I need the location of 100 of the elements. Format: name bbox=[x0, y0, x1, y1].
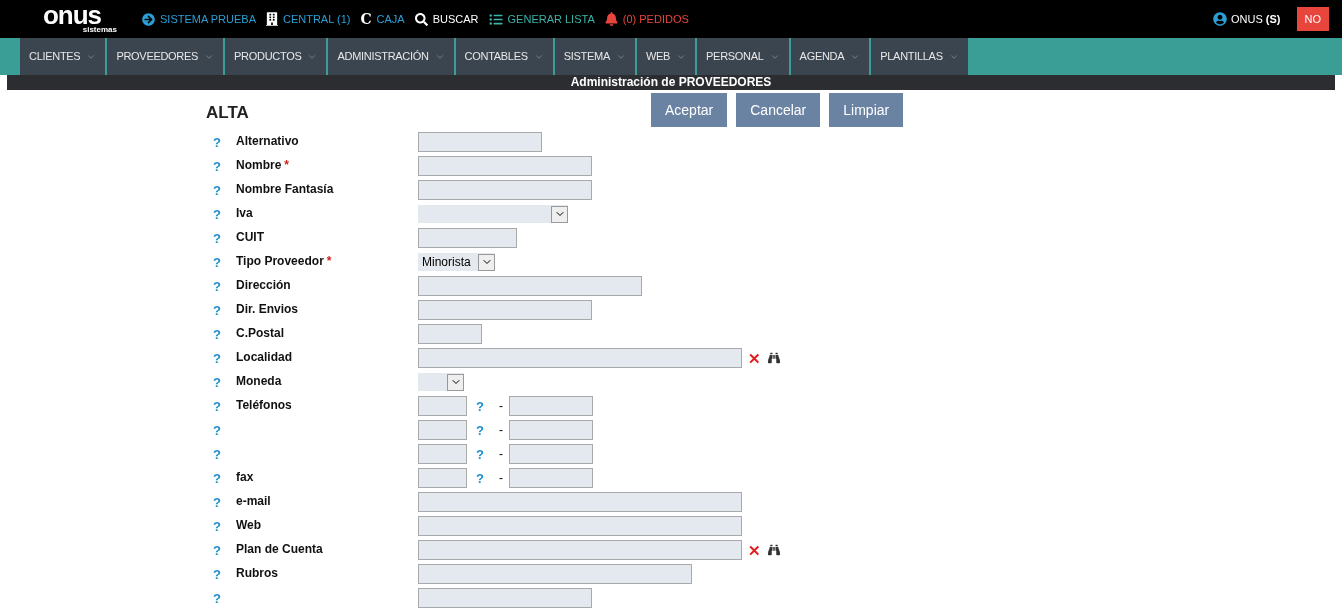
top-nav-link[interactable]: BUSCAR bbox=[432, 10, 479, 28]
text-field[interactable] bbox=[418, 276, 642, 296]
top-nav-link[interactable]: CAJA bbox=[376, 10, 405, 28]
help-icon[interactable]: ? bbox=[213, 303, 221, 317]
user-avatar-icon bbox=[1213, 12, 1227, 26]
menu-item[interactable]: WEB bbox=[636, 38, 696, 75]
help-icon[interactable]: ? bbox=[213, 519, 221, 533]
list-icon bbox=[488, 12, 503, 26]
menu-item[interactable]: PLANTILLAS bbox=[871, 38, 968, 75]
clear-icon[interactable]: ✕ bbox=[748, 350, 761, 366]
dropdown-caret-icon[interactable] bbox=[551, 205, 568, 223]
building-icon bbox=[266, 12, 278, 26]
dash-separator: - bbox=[498, 422, 504, 439]
area-code-field[interactable] bbox=[418, 396, 467, 416]
help-icon[interactable]: ? bbox=[213, 447, 221, 461]
field-label: Rubros bbox=[236, 565, 278, 582]
help-icon[interactable]: ? bbox=[213, 255, 221, 269]
phone-number-field[interactable] bbox=[509, 420, 593, 440]
text-field[interactable] bbox=[418, 180, 592, 200]
top-nav-link[interactable]: GENERAR LISTA bbox=[507, 10, 595, 28]
menu-item[interactable]: SISTEMA bbox=[554, 38, 635, 75]
top-nav-link[interactable]: (0) PEDIDOS bbox=[622, 10, 689, 28]
required-mark: * bbox=[326, 253, 332, 270]
text-field[interactable] bbox=[418, 132, 542, 152]
help-icon[interactable]: ? bbox=[213, 567, 221, 581]
text-field[interactable] bbox=[418, 300, 592, 320]
help-icon[interactable]: ? bbox=[213, 327, 221, 341]
text-field[interactable] bbox=[418, 564, 692, 584]
action-button[interactable]: Limpiar bbox=[829, 93, 904, 127]
help-icon[interactable]: ? bbox=[213, 471, 221, 485]
phone-number-field[interactable] bbox=[509, 396, 593, 416]
menu-item[interactable]: CLIENTES bbox=[20, 38, 106, 75]
help-icon[interactable]: ? bbox=[213, 207, 221, 221]
help-icon[interactable]: ? bbox=[213, 423, 221, 437]
action-button[interactable]: Aceptar bbox=[651, 93, 728, 127]
phone-number-field[interactable] bbox=[509, 444, 593, 464]
text-field[interactable] bbox=[418, 348, 742, 368]
help-icon[interactable]: ? bbox=[213, 375, 221, 389]
dropdown-caret-icon[interactable] bbox=[447, 373, 464, 391]
text-field[interactable] bbox=[418, 516, 742, 536]
menu-item[interactable]: PROVEEDORES bbox=[107, 38, 224, 75]
phone-number-field[interactable] bbox=[509, 468, 593, 488]
section-title-bar: Administración de PROVEEDORES bbox=[7, 75, 1335, 90]
dash-separator: - bbox=[498, 470, 504, 487]
help-icon[interactable]: ? bbox=[213, 135, 221, 149]
text-field[interactable] bbox=[418, 540, 742, 560]
binoculars-icon[interactable] bbox=[767, 544, 781, 556]
menu-item[interactable]: AGENDA bbox=[790, 38, 870, 75]
field-label: C.Postal bbox=[236, 325, 284, 342]
text-field[interactable] bbox=[418, 228, 517, 248]
text-field[interactable] bbox=[418, 588, 592, 608]
help-icon[interactable]: ? bbox=[213, 543, 221, 557]
menu-item[interactable]: ADMINISTRACIÓN bbox=[328, 38, 454, 75]
help-icon[interactable]: ? bbox=[213, 495, 221, 509]
field-label: Teléfonos bbox=[236, 397, 292, 414]
field-label: Tipo Proveedor bbox=[236, 253, 324, 270]
help-icon[interactable]: ? bbox=[213, 399, 221, 413]
action-button[interactable]: Cancelar bbox=[736, 93, 821, 127]
help-icon[interactable]: ? bbox=[213, 159, 221, 173]
field-label: Nombre Fantasía bbox=[236, 181, 334, 198]
help-icon[interactable]: ? bbox=[213, 231, 221, 245]
clear-icon[interactable]: ✕ bbox=[748, 542, 761, 558]
area-code-field[interactable] bbox=[418, 468, 467, 488]
text-field[interactable] bbox=[418, 324, 482, 344]
user-name[interactable]: ONUS (S) bbox=[1231, 10, 1281, 28]
select-field[interactable] bbox=[418, 373, 464, 391]
field-label: Nombre bbox=[236, 157, 282, 174]
menu-item[interactable]: PRODUCTOS bbox=[225, 38, 327, 75]
top-nav-link[interactable]: SISTEMA PRUEBA bbox=[160, 10, 256, 28]
field-label: fax bbox=[236, 469, 254, 486]
help-icon[interactable]: ? bbox=[476, 399, 484, 413]
field-label: Alternativo bbox=[236, 133, 299, 150]
field-label: e-mail bbox=[236, 493, 271, 510]
bell-icon bbox=[604, 12, 618, 26]
no-button[interactable]: NO bbox=[1296, 7, 1329, 31]
text-field[interactable] bbox=[418, 492, 742, 512]
select-field[interactable] bbox=[418, 205, 568, 223]
help-icon[interactable]: ? bbox=[213, 183, 221, 197]
field-label: Dirección bbox=[236, 277, 291, 294]
help-icon[interactable]: ? bbox=[476, 471, 484, 485]
help-icon[interactable]: ? bbox=[476, 447, 484, 461]
help-icon[interactable]: ? bbox=[476, 423, 484, 437]
area-code-field[interactable] bbox=[418, 420, 467, 440]
field-label: CUIT bbox=[236, 229, 264, 246]
top-nav-link[interactable]: CENTRAL (1) bbox=[283, 10, 351, 28]
area-code-field[interactable] bbox=[418, 444, 467, 464]
help-icon[interactable]: ? bbox=[213, 279, 221, 293]
help-icon[interactable]: ? bbox=[213, 351, 221, 365]
dropdown-caret-icon[interactable] bbox=[478, 253, 495, 271]
required-mark: * bbox=[284, 157, 289, 174]
letter-icon: C bbox=[360, 8, 372, 30]
form-title: ALTA bbox=[205, 102, 250, 124]
menu-item[interactable]: CONTABLES bbox=[455, 38, 553, 75]
binoculars-icon[interactable] bbox=[767, 352, 781, 364]
help-icon[interactable]: ? bbox=[213, 591, 221, 605]
dash-separator: - bbox=[498, 398, 504, 415]
select-field[interactable]: Minorista bbox=[418, 253, 495, 271]
search-icon bbox=[414, 12, 428, 26]
text-field[interactable] bbox=[418, 156, 592, 176]
menu-item[interactable]: PERSONAL bbox=[697, 38, 789, 75]
